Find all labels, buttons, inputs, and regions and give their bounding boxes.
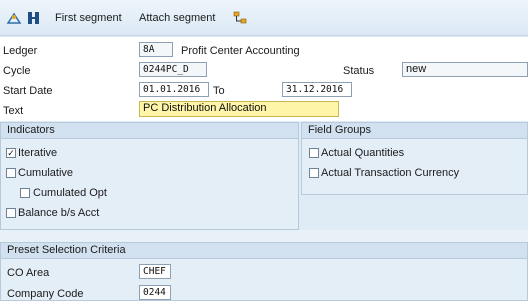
ledger-field[interactable]: 8A (139, 42, 173, 57)
cycle-field[interactable]: 0244PC_D (139, 62, 207, 77)
separator-band (0, 230, 528, 242)
company-code-label: Company Code (7, 288, 84, 300)
actual-quantities-checkbox[interactable] (309, 148, 319, 158)
cumulated-opt-label: Cumulated Opt (33, 187, 107, 199)
first-segment-button[interactable]: First segment (55, 12, 122, 24)
ledger-label: Ledger (3, 45, 38, 57)
status-field[interactable]: new (402, 62, 528, 77)
actual-quantities-label: Actual Quantities (321, 147, 405, 159)
text-label: Text (3, 105, 24, 117)
ledger-description: Profit Center Accounting (181, 45, 300, 57)
balance-bs-acct-label: Balance b/s Acct (18, 207, 100, 219)
indicators-title: Indicators (1, 123, 298, 139)
cumulative-checkbox[interactable] (6, 168, 16, 178)
co-area-label: CO Area (7, 267, 50, 279)
end-date-field[interactable]: 31.12.2016 (282, 82, 352, 97)
status-label: Status (343, 65, 375, 77)
iterative-checkbox[interactable]: ✓ (6, 148, 16, 158)
company-code-field[interactable]: 0244 (139, 285, 171, 300)
cumulated-opt-checkbox[interactable] (20, 188, 30, 198)
actual-transaction-currency-label: Actual Transaction Currency (321, 167, 460, 179)
cumulative-label: Cumulative (18, 167, 74, 179)
hierarchy-icon[interactable] (26, 11, 42, 25)
field-groups-title: Field Groups (302, 123, 527, 139)
attach-segment-button[interactable]: Attach segment (139, 12, 215, 24)
balance-bs-acct-checkbox[interactable] (6, 208, 16, 218)
segment-tree-icon[interactable] (232, 11, 248, 25)
start-date-field[interactable]: 01.01.2016 (139, 82, 209, 97)
preset-selection-title: Preset Selection Criteria (1, 243, 527, 259)
text-field[interactable]: PC Distribution Allocation (139, 101, 339, 117)
actual-transaction-currency-checkbox[interactable] (309, 168, 319, 178)
cycle-label: Cycle (3, 65, 31, 77)
iterative-label: Iterative (18, 147, 58, 159)
to-label: To (213, 85, 225, 97)
co-area-field[interactable]: CHEF (139, 264, 171, 279)
display-change-icon[interactable] (6, 11, 22, 25)
start-date-label: Start Date (3, 85, 53, 97)
